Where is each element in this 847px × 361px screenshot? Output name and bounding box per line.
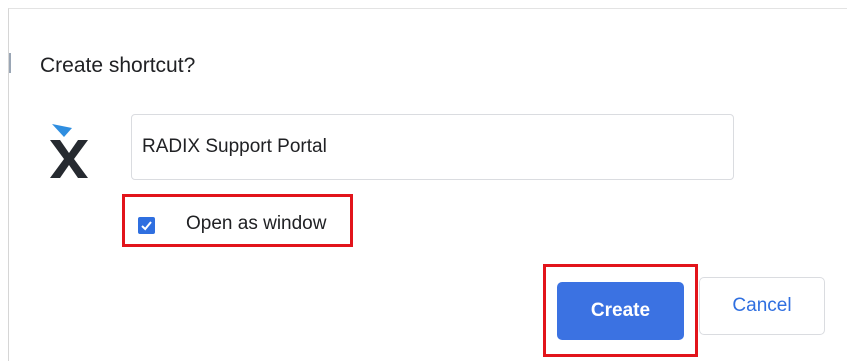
dialog-title: Create shortcut? [40, 54, 196, 77]
radix-x-logo-icon [49, 121, 89, 181]
open-as-window-checkbox[interactable] [138, 217, 155, 234]
create-button[interactable]: Create [557, 282, 684, 340]
open-as-window-option[interactable]: Open as window [122, 194, 353, 247]
create-shortcut-dialog: Create shortcut? Open as window Create C… [8, 8, 847, 361]
open-as-window-label: Open as window [186, 213, 327, 234]
create-button-highlight: Create [543, 264, 698, 357]
shortcut-name-input[interactable] [131, 114, 734, 180]
checkmark-icon [141, 221, 152, 231]
window-edge-indicator [9, 53, 11, 73]
cancel-button[interactable]: Cancel [699, 277, 825, 335]
